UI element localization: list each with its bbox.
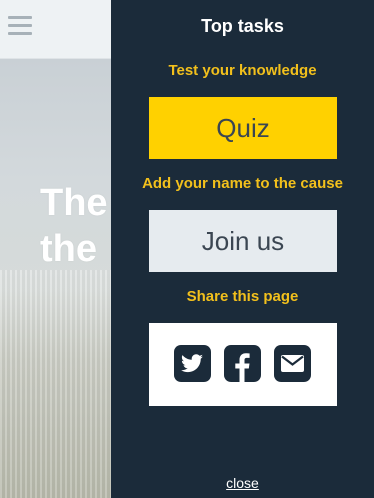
join-us-button[interactable]: Join us: [149, 210, 337, 272]
share-icons-box: [149, 323, 337, 406]
hero-heading-line-1: The: [40, 182, 108, 224]
facebook-icon[interactable]: [224, 345, 261, 382]
top-tasks-panel: Top tasks Test your knowledge Quiz Add y…: [111, 0, 374, 498]
hamburger-menu-icon[interactable]: [8, 16, 32, 36]
panel-title: Top tasks: [201, 16, 284, 36]
share-prompt: Share this page: [186, 288, 299, 305]
close-link[interactable]: close: [111, 475, 374, 491]
quiz-prompt: Test your knowledge: [168, 62, 317, 79]
twitter-icon[interactable]: [174, 345, 211, 382]
email-icon[interactable]: [274, 345, 311, 382]
quiz-button[interactable]: Quiz: [149, 97, 337, 159]
hero-heading-line-2: the: [40, 228, 97, 270]
hero-heading: The the: [40, 180, 108, 272]
join-prompt: Add your name to the cause: [142, 175, 343, 192]
